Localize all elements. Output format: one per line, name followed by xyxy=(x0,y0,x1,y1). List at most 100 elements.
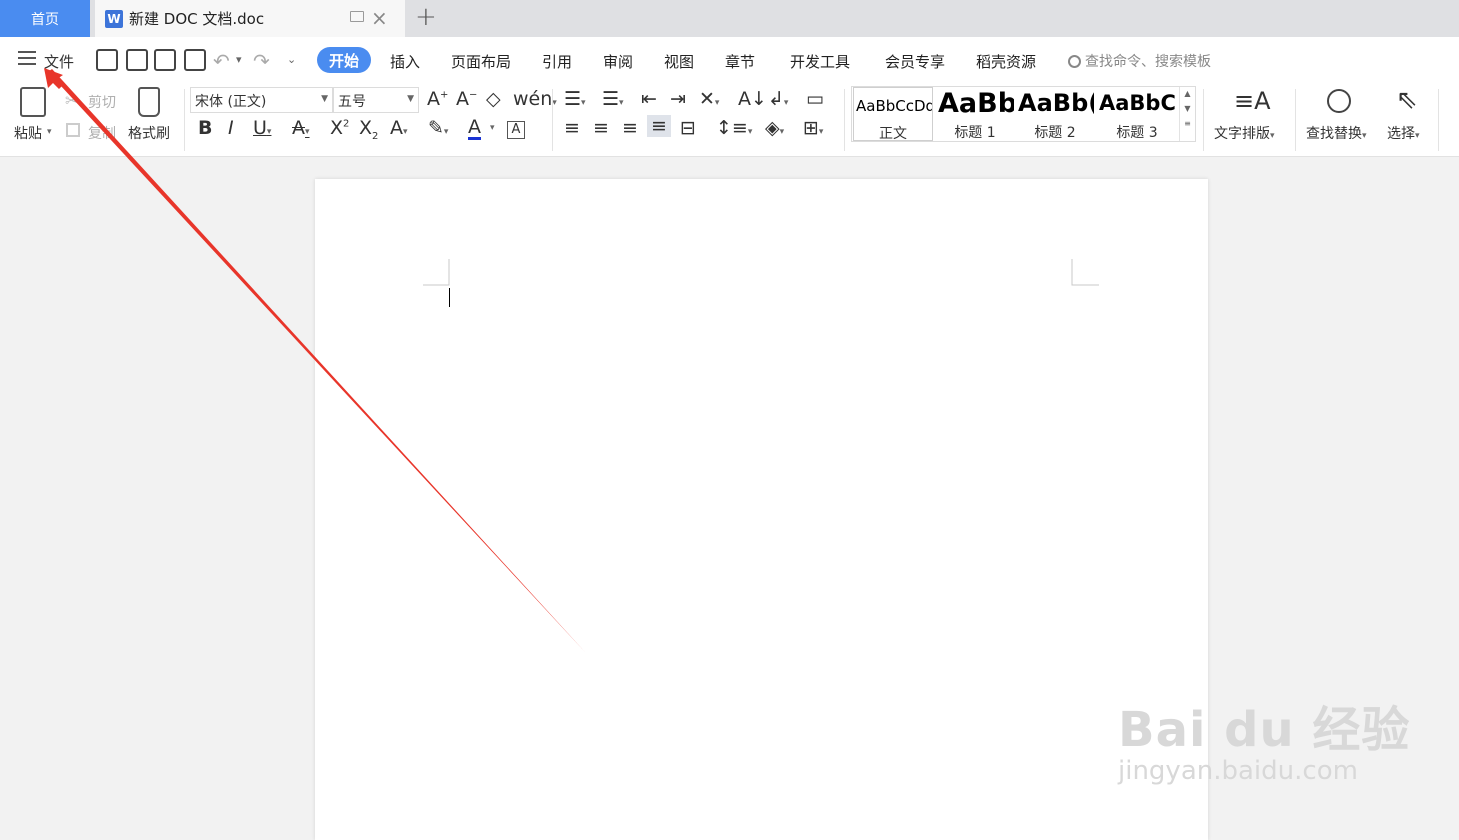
clear-format-icon[interactable]: ◇ xyxy=(486,88,501,110)
redo-icon[interactable]: ↷ xyxy=(253,49,270,73)
scroll-up-icon[interactable]: ▲ xyxy=(1180,89,1195,98)
save-icon[interactable] xyxy=(96,49,118,71)
tab-view[interactable]: 视图 xyxy=(664,51,694,72)
font-size-select[interactable]: 五号 ▼ xyxy=(333,87,419,113)
copy-button[interactable]: 复制 xyxy=(88,123,116,143)
text-layout-label: 文字排版 xyxy=(1214,126,1270,142)
find-replace-button[interactable]: 查找替换▾ xyxy=(1306,123,1367,143)
monitor-icon[interactable] xyxy=(350,11,364,22)
style-name: 正文 xyxy=(879,126,907,141)
styles-scroll[interactable]: ▲ ▼ ≡ xyxy=(1179,87,1195,141)
align-right-icon[interactable]: ≡ xyxy=(622,117,638,139)
tab-insert[interactable]: 插入 xyxy=(390,51,420,72)
cursor-select-icon[interactable]: ⇖ xyxy=(1396,85,1418,115)
new-tab-button[interactable]: + xyxy=(415,2,437,32)
divider xyxy=(844,89,845,151)
grow-font-icon[interactable]: A+ xyxy=(427,88,448,110)
tab-section[interactable]: 章节 xyxy=(725,51,755,72)
shading-icon[interactable]: ◈▾ xyxy=(765,117,784,139)
text-cursor xyxy=(449,288,450,307)
paste-dropdown-icon[interactable]: ▾ xyxy=(47,127,52,137)
character-border-icon[interactable]: A xyxy=(507,121,525,139)
search-icon xyxy=(1068,55,1081,68)
scissors-icon: ✂ xyxy=(65,91,79,110)
print-icon[interactable] xyxy=(154,49,176,71)
undo-dropdown-icon[interactable]: ▾ xyxy=(236,53,242,66)
text-layout-button[interactable]: 文字排版▾ xyxy=(1214,123,1275,143)
justify-icon[interactable]: ≡ xyxy=(647,115,671,137)
divider xyxy=(1438,89,1439,151)
format-painter-button[interactable]: 格式刷 xyxy=(128,123,170,143)
font-color-dropdown-icon[interactable]: ▾ xyxy=(490,123,495,133)
paste-button[interactable]: 粘贴 xyxy=(14,123,42,143)
find-replace-icon[interactable] xyxy=(1327,89,1351,113)
numbered-list-icon[interactable]: ☰▾ xyxy=(602,88,624,110)
superscript-icon[interactable]: X2 xyxy=(330,117,349,139)
customize-toolbar-icon[interactable]: ⌄ xyxy=(287,53,296,66)
sort-icon[interactable]: A↓ xyxy=(738,88,767,110)
search-placeholder: 查找命令、搜索模板 xyxy=(1085,54,1211,70)
tab-docer-resources[interactable]: 稻壳资源 xyxy=(976,51,1036,72)
margin-corner-top-right xyxy=(1071,259,1099,286)
document-page[interactable] xyxy=(315,179,1208,840)
underline-icon[interactable]: U▾ xyxy=(253,117,271,139)
select-label: 选择 xyxy=(1387,126,1415,142)
tab-review[interactable]: 审阅 xyxy=(603,51,633,72)
font-color-icon[interactable]: A xyxy=(468,117,481,140)
tab-page-layout[interactable]: 页面布局 xyxy=(451,51,511,72)
style-preview: AaBbCcDd xyxy=(856,97,933,115)
font-name-select[interactable]: 宋体 (正文) ▼ xyxy=(190,87,333,113)
show-marks-icon[interactable]: ↲▾ xyxy=(768,88,788,110)
bullet-list-icon[interactable]: ☰▾ xyxy=(564,88,586,110)
tab-developer[interactable]: 开发工具 xyxy=(790,51,850,72)
borders-icon[interactable]: ⊞▾ xyxy=(803,117,823,139)
chinese-layout-icon[interactable]: ✕▾ xyxy=(699,88,719,110)
increase-indent-icon[interactable]: ⇥ xyxy=(670,88,686,110)
shrink-font-icon[interactable]: A− xyxy=(456,88,477,110)
text-layout-icon[interactable]: ≡A xyxy=(1234,87,1271,115)
style-heading-1[interactable]: AaBb 标题 1 xyxy=(936,87,1014,141)
phonetic-guide-icon[interactable]: wén▾ xyxy=(513,88,557,110)
hamburger-menu-icon[interactable] xyxy=(18,51,36,65)
style-heading-3[interactable]: AaBbC 标题 3 xyxy=(1097,87,1177,141)
command-search[interactable]: 查找命令、搜索模板 xyxy=(1068,51,1211,71)
style-preview: AaBbC xyxy=(1099,91,1176,115)
watermark: Bai du 经验 jingyan.baidu.com xyxy=(1118,690,1410,786)
line-spacing-icon[interactable]: ↕≡▾ xyxy=(716,117,752,139)
subscript-icon[interactable]: X2 xyxy=(359,117,378,142)
tab-document[interactable]: W 新建 DOC 文档.doc × xyxy=(95,0,405,37)
paste-icon[interactable] xyxy=(20,87,46,117)
format-painter-icon[interactable] xyxy=(138,87,160,117)
ribbon-toolbar: 粘贴 ▾ ✂ 剪切 复制 格式刷 宋体 (正文) ▼ 五号 ▼ A+ A− ◇ wé… xyxy=(0,83,1459,157)
style-heading-2[interactable]: AaBb( 标题 2 xyxy=(1016,87,1094,141)
select-button[interactable]: 选择▾ xyxy=(1387,123,1420,143)
cut-button[interactable]: 剪切 xyxy=(88,92,116,112)
tab-home[interactable]: 首页 xyxy=(0,0,90,37)
file-menu[interactable]: 文件 xyxy=(44,51,74,72)
ruler-icon[interactable]: ▭ xyxy=(806,88,824,110)
text-effect-icon[interactable]: A▾ xyxy=(390,117,408,139)
strikethrough-icon[interactable]: A▾ xyxy=(292,117,310,139)
align-left-icon[interactable]: ≡ xyxy=(564,117,580,139)
tab-references[interactable]: 引用 xyxy=(542,51,572,72)
document-tab-title: 新建 DOC 文档.doc xyxy=(129,10,265,28)
style-name: 标题 2 xyxy=(1034,125,1076,141)
export-icon[interactable] xyxy=(126,49,148,71)
expand-styles-icon[interactable]: ≡ xyxy=(1180,119,1195,128)
close-icon[interactable]: × xyxy=(371,6,388,30)
align-center-icon[interactable]: ≡ xyxy=(593,117,609,139)
tab-membership[interactable]: 会员专享 xyxy=(885,51,945,72)
distribute-icon[interactable]: ⊟ xyxy=(680,117,696,139)
print-preview-icon[interactable] xyxy=(184,49,206,71)
font-name-value: 宋体 (正文) xyxy=(195,94,267,110)
style-normal[interactable]: AaBbCcDd 正文 xyxy=(853,87,933,141)
highlight-icon[interactable]: ✎▾ xyxy=(428,117,448,139)
watermark-brand: Bai du 经验 xyxy=(1118,702,1411,758)
italic-icon[interactable]: I xyxy=(228,117,234,139)
bold-icon[interactable]: B xyxy=(198,117,212,139)
undo-icon[interactable]: ↶ xyxy=(213,49,230,73)
decrease-indent-icon[interactable]: ⇤ xyxy=(641,88,657,110)
style-preview: AaBb( xyxy=(1018,89,1094,117)
scroll-down-icon[interactable]: ▼ xyxy=(1180,104,1195,113)
tab-start[interactable]: 开始 xyxy=(317,47,371,73)
